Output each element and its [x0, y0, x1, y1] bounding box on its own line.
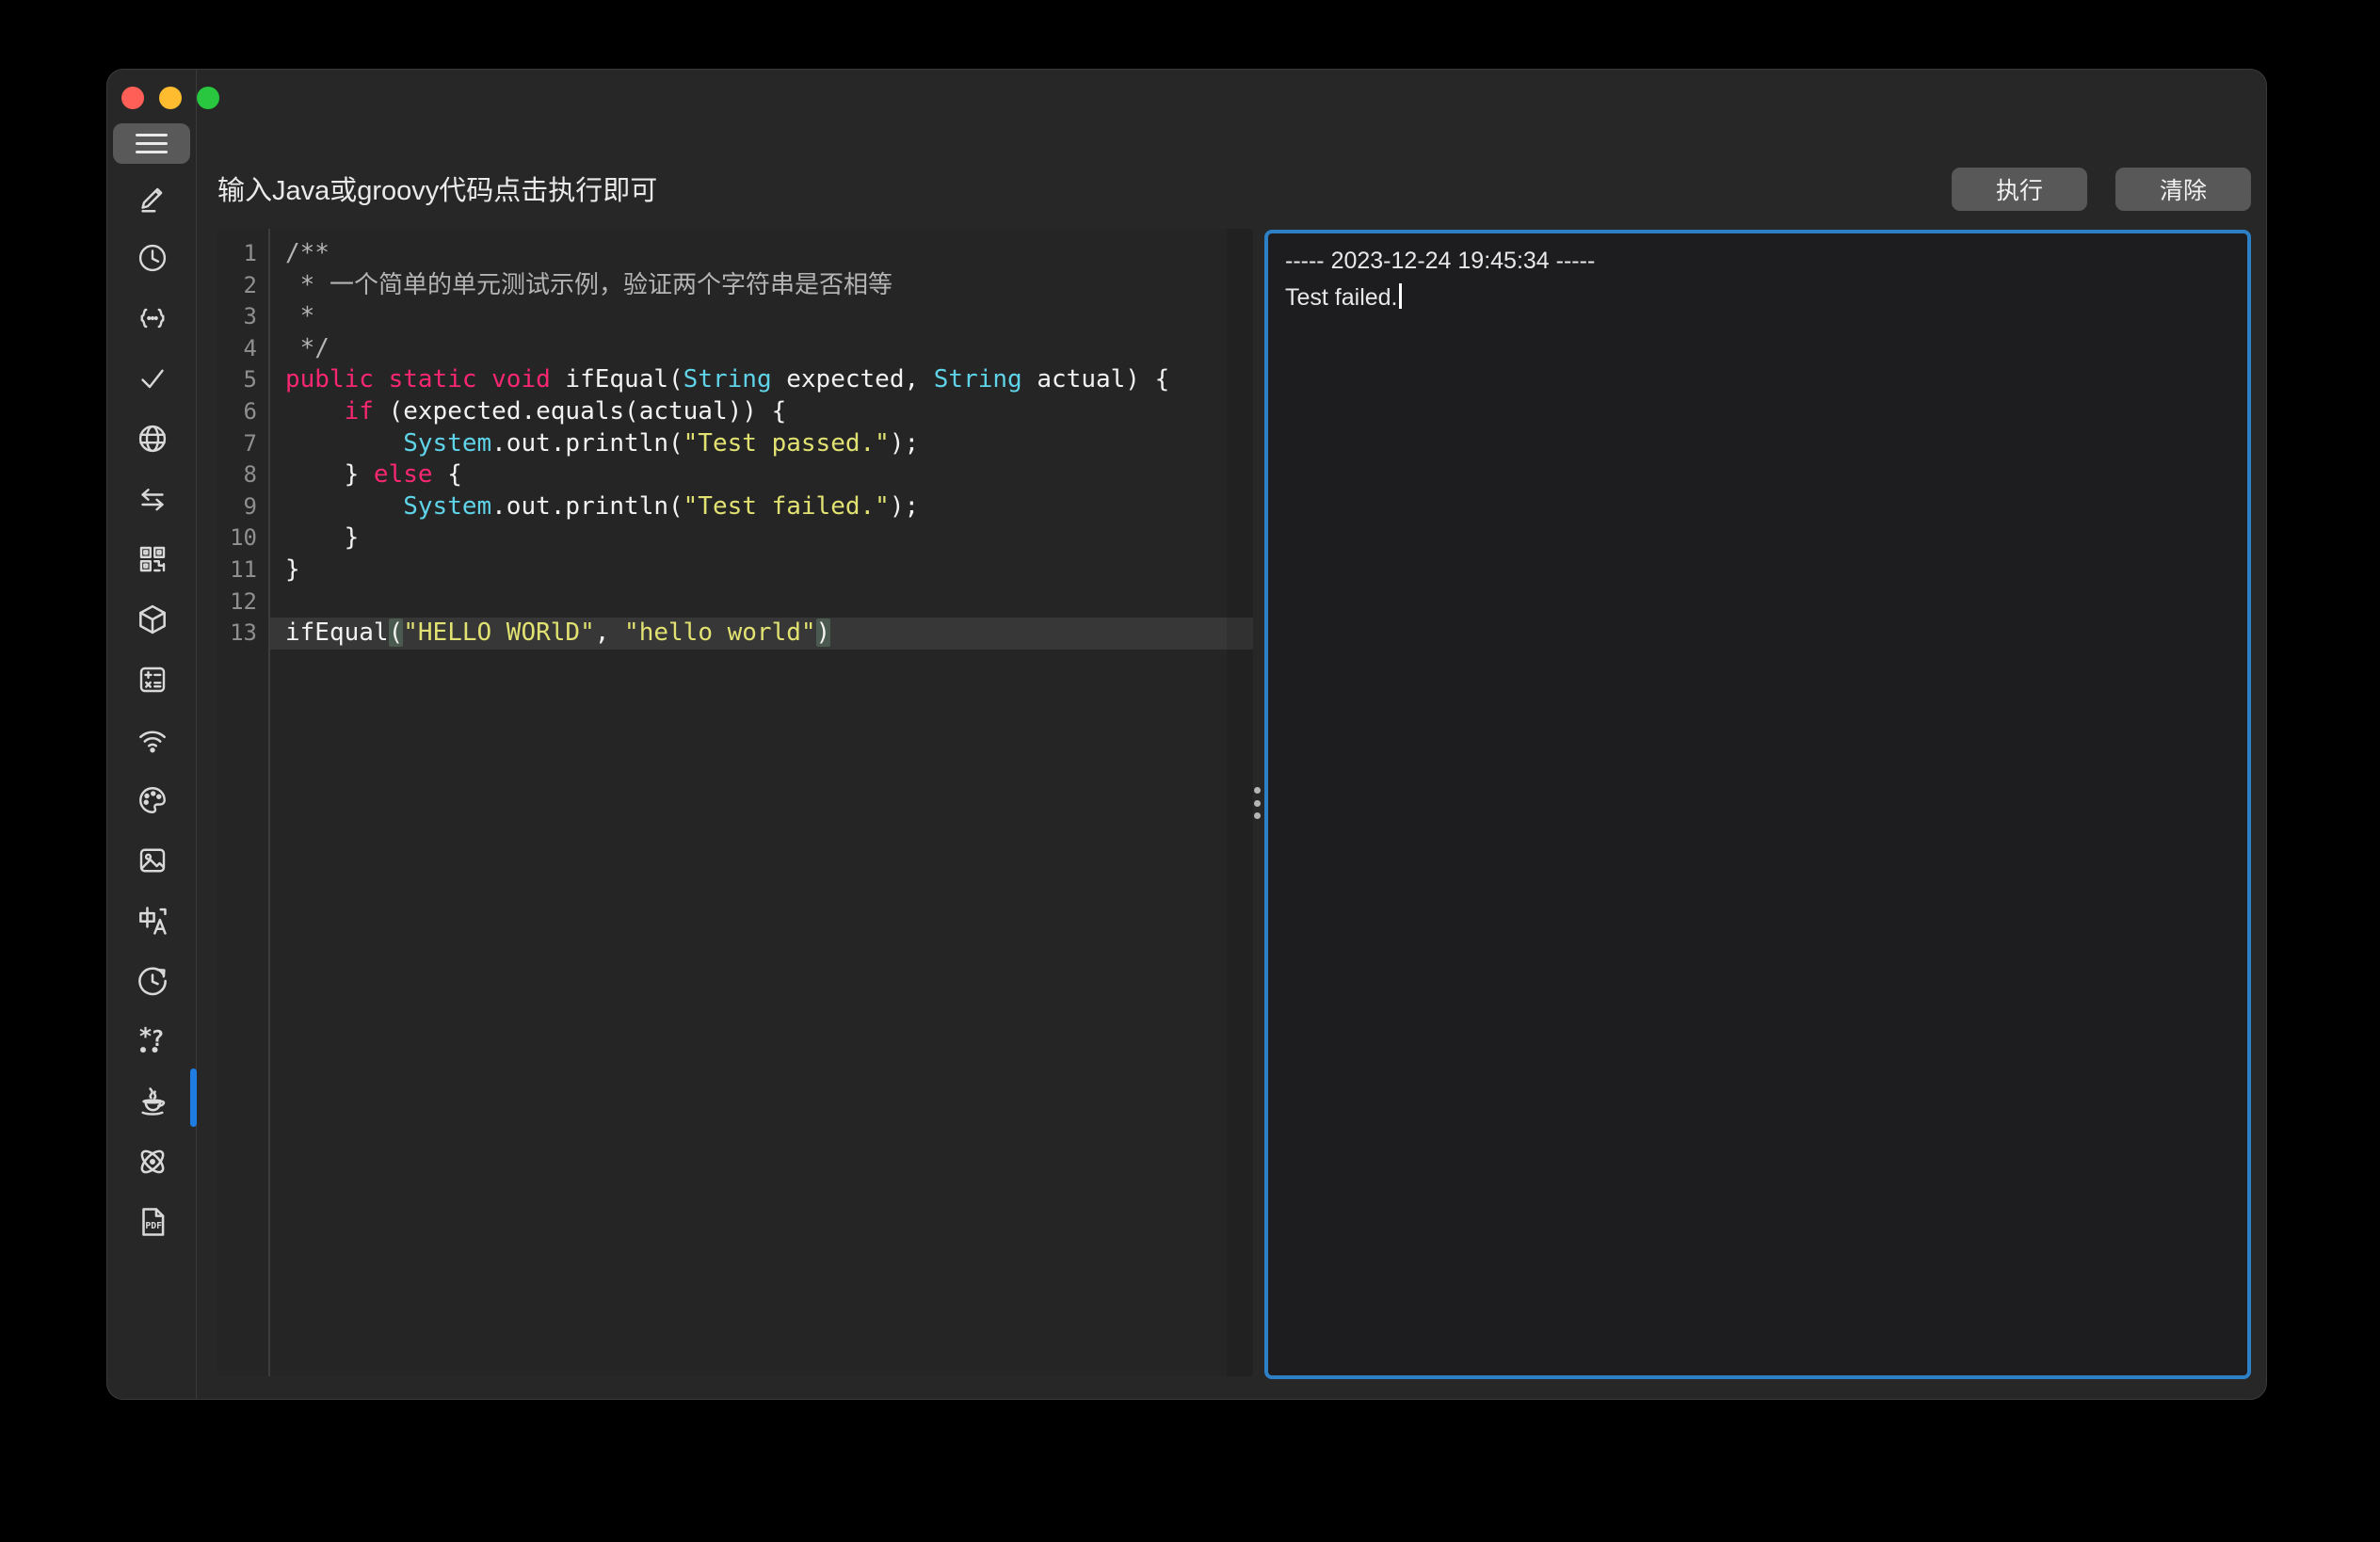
braces-json-icon [134, 301, 171, 335]
line-number: 4 [217, 333, 268, 365]
sidebar-item-java[interactable] [107, 1071, 197, 1132]
text-caret [1399, 283, 1402, 309]
code-editor[interactable]: 12345678910111213 /** * 一个简单的单元测试示例，验证两个… [217, 229, 1253, 1376]
sidebar-item-check[interactable] [107, 348, 197, 409]
svg-text:PDF: PDF [145, 1221, 162, 1231]
output-panel[interactable]: ----- 2023-12-24 19:45:34 ----- Test fai… [1264, 230, 2251, 1379]
maximize-window-button[interactable] [197, 87, 219, 109]
output-timestamp-line: ----- 2023-12-24 19:45:34 ----- [1285, 243, 2230, 280]
code-line[interactable]: public static void ifEqual(String expect… [270, 364, 1253, 396]
calculator-icon [136, 663, 169, 697]
sidebar-item-history[interactable] [107, 951, 197, 1011]
sidebar-item-palette[interactable] [107, 770, 197, 830]
code-line[interactable]: * 一个简单的单元测试示例，验证两个字符串是否相等 [270, 270, 1253, 302]
active-tool-indicator [190, 1068, 197, 1127]
sidebar-item-edit[interactable] [107, 168, 197, 228]
globe-icon [136, 422, 169, 456]
code-line[interactable]: System.out.println("Test passed."); [270, 428, 1253, 460]
code-line[interactable]: */ [270, 333, 1253, 365]
java-icon [135, 1084, 170, 1119]
history-icon [135, 963, 170, 999]
drag-dot [1254, 787, 1261, 794]
code-line[interactable]: } else { [270, 459, 1253, 491]
code-line[interactable]: ifEqual("HELLO WORlD", "hello world") [270, 618, 1253, 650]
code-line[interactable]: * [270, 301, 1253, 333]
line-number: 3 [217, 301, 268, 333]
code-line[interactable]: } [270, 522, 1253, 554]
clock-icon [136, 241, 169, 275]
checkmark-icon [136, 361, 169, 395]
atom-icon [135, 1144, 170, 1180]
sidebar-item-3d[interactable] [107, 589, 197, 650]
sidebar-item-pdf[interactable]: PDF [107, 1192, 197, 1252]
page-title: 输入Java或groovy代码点击执行即可 [217, 169, 657, 208]
sidebar-item-network[interactable] [107, 409, 197, 469]
svg-text:?: ? [151, 1025, 164, 1052]
run-button[interactable]: 执行 [1952, 168, 2087, 211]
line-number: 5 [217, 364, 268, 396]
swap-arrows-icon [136, 482, 169, 516]
pdf-icon: PDF [135, 1204, 170, 1240]
panel-resize-handle[interactable] [1250, 787, 1263, 819]
code-line[interactable]: System.out.println("Test failed."); [270, 491, 1253, 523]
sidebar-item-regex[interactable]: * ? [107, 1011, 197, 1071]
output-result-line: Test failed. [1285, 280, 2230, 316]
code-area[interactable]: /** * 一个简单的单元测试示例，验证两个字符串是否相等 * */public… [270, 229, 1253, 1376]
line-number: 8 [217, 459, 268, 491]
sidebar-item-atom[interactable] [107, 1132, 197, 1192]
line-number: 7 [217, 428, 268, 460]
image-icon [136, 843, 169, 877]
cube-3d-icon [135, 602, 170, 637]
code-line[interactable]: } [270, 554, 1253, 586]
edit-pencil-icon [136, 181, 169, 215]
sidebar-item-translate[interactable] [107, 891, 197, 951]
sidebar-tools: * ? [107, 168, 197, 1252]
qr-code-icon [136, 542, 169, 576]
menu-button[interactable] [113, 123, 190, 164]
line-number-gutter: 12345678910111213 [217, 229, 270, 1376]
drag-dot [1254, 812, 1261, 819]
line-number: 11 [217, 554, 268, 586]
wifi-icon [135, 722, 170, 758]
sidebar-item-wifi[interactable] [107, 710, 197, 770]
sidebar-item-clock[interactable] [107, 228, 197, 288]
line-number: 13 [217, 618, 268, 650]
sidebar-item-image[interactable] [107, 830, 197, 891]
code-line[interactable]: /** [270, 238, 1253, 270]
palette-icon [136, 783, 169, 817]
regex-icon: * ? [134, 1022, 171, 1060]
sidebar-item-convert[interactable] [107, 469, 197, 529]
line-number: 10 [217, 522, 268, 554]
drag-dot [1254, 800, 1261, 807]
line-number: 6 [217, 396, 268, 428]
sidebar-item-qrcode[interactable] [107, 529, 197, 589]
line-number: 12 [217, 586, 268, 618]
line-number: 9 [217, 491, 268, 523]
code-line[interactable] [270, 586, 1253, 618]
app-window: * ? [106, 69, 2267, 1400]
clear-button[interactable]: 清除 [2115, 168, 2251, 211]
sidebar-item-calculator[interactable] [107, 650, 197, 710]
translate-icon [135, 903, 170, 939]
sidebar-item-json[interactable] [107, 288, 197, 348]
line-number: 2 [217, 270, 268, 302]
line-number: 1 [217, 238, 268, 270]
sidebar: * ? [107, 70, 197, 1399]
code-line[interactable]: if (expected.equals(actual)) { [270, 396, 1253, 428]
